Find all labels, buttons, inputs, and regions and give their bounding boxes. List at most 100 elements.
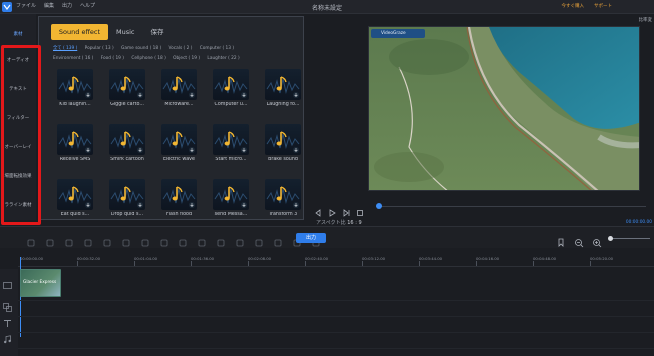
- menu-edit[interactable]: 編集: [44, 2, 54, 9]
- download-icon[interactable]: [85, 202, 91, 208]
- overlay-track[interactable]: [18, 301, 654, 317]
- mic-icon[interactable]: [254, 233, 264, 247]
- adjust-icon[interactable]: [273, 233, 283, 247]
- sound-thumbnail: [57, 124, 93, 155]
- sound-item[interactable]: Eat quid s...: [53, 179, 97, 223]
- download-icon[interactable]: [189, 92, 195, 98]
- tab-saved[interactable]: 保存: [143, 24, 172, 40]
- download-icon[interactable]: [137, 147, 143, 153]
- sound-item[interactable]: Electric wave: [157, 124, 201, 168]
- undo-icon[interactable]: [26, 233, 36, 247]
- zoom-slider-knob[interactable]: [608, 235, 613, 241]
- sound-item[interactable]: Receive SMS: [53, 124, 97, 168]
- filter-food[interactable]: Food ( 19 ): [101, 56, 124, 61]
- nav-item-text[interactable]: テキスト: [0, 81, 36, 99]
- nav-item-filter[interactable]: フィルター: [0, 110, 36, 128]
- view-icon[interactable]: [197, 233, 207, 247]
- download-icon[interactable]: [241, 202, 247, 208]
- download-icon[interactable]: [137, 202, 143, 208]
- title-bar: ファイル 編集 出力 ヘルプ 名称未設定 今すぐ購入 サポート: [0, 0, 654, 14]
- tab-music[interactable]: Music: [108, 24, 143, 40]
- previous-frame-icon[interactable]: [314, 202, 322, 217]
- sound-item[interactable]: Transform 3: [261, 179, 305, 223]
- filter-popular[interactable]: Popular ( 13 ): [85, 46, 114, 51]
- download-icon[interactable]: [137, 92, 143, 98]
- nav-item-overlay[interactable]: オーバーレイ: [0, 139, 36, 157]
- download-icon[interactable]: [85, 92, 91, 98]
- tab-sound-effect[interactable]: Sound effect: [51, 24, 108, 40]
- sound-item[interactable]: Brake sound: [261, 124, 305, 168]
- next-frame-icon[interactable]: [342, 202, 350, 217]
- mosaic-icon[interactable]: [235, 233, 245, 247]
- text-track[interactable]: [18, 317, 654, 333]
- sound-thumbnail: [109, 124, 145, 155]
- sound-item[interactable]: Computer u...: [209, 69, 253, 113]
- download-icon[interactable]: [241, 92, 247, 98]
- filter-game-sound[interactable]: Game sound ( 18 ): [121, 46, 161, 51]
- download-icon[interactable]: [293, 147, 299, 153]
- menu-help[interactable]: ヘルプ: [80, 2, 95, 9]
- app-logo-icon: [2, 2, 12, 12]
- export-button[interactable]: 出力: [296, 233, 326, 243]
- download-icon[interactable]: [85, 147, 91, 153]
- progress-bar[interactable]: [376, 206, 646, 207]
- split-icon[interactable]: [159, 233, 169, 247]
- filter-cellphone[interactable]: Cellphone ( 18 ): [131, 56, 165, 61]
- cut-icon[interactable]: [64, 233, 74, 247]
- freeze-icon[interactable]: [216, 233, 226, 247]
- zoom-slider[interactable]: [608, 235, 650, 241]
- sound-item[interactable]: Smirk cartoon: [105, 124, 149, 168]
- video-track[interactable]: [18, 267, 654, 301]
- sound-thumbnail: [57, 179, 93, 210]
- filter-environment[interactable]: Environment ( 16 ): [53, 56, 93, 61]
- ruler-tick-label: 00:03:12.00: [362, 256, 386, 266]
- sound-item[interactable]: Start micro...: [209, 124, 253, 168]
- sound-item[interactable]: Flash flood: [157, 179, 201, 223]
- menu-file[interactable]: ファイル: [16, 2, 36, 9]
- download-icon[interactable]: [293, 202, 299, 208]
- download-icon[interactable]: [189, 147, 195, 153]
- download-icon[interactable]: [293, 92, 299, 98]
- sound-item-label: send Messa...: [214, 212, 248, 217]
- stop-icon[interactable]: [356, 202, 364, 216]
- sound-item[interactable]: Giggle carto...: [105, 69, 149, 113]
- filter-computer[interactable]: Computer ( 13 ): [200, 46, 234, 51]
- zoom-in-icon[interactable]: [592, 233, 602, 248]
- zoom-out-icon[interactable]: [574, 233, 584, 248]
- sound-item[interactable]: Microware...: [157, 69, 201, 113]
- buy-now-link[interactable]: 今すぐ購入: [562, 3, 585, 9]
- download-icon[interactable]: [189, 202, 195, 208]
- delete-icon[interactable]: [121, 233, 131, 247]
- music-track[interactable]: [18, 333, 654, 349]
- play-icon[interactable]: [328, 202, 336, 217]
- pen-icon[interactable]: [83, 233, 93, 247]
- download-icon[interactable]: [241, 147, 247, 153]
- crop-icon[interactable]: [140, 233, 150, 247]
- aspect-ratio-change[interactable]: 比率変: [639, 17, 653, 23]
- nav-item-media[interactable]: 素材: [0, 26, 36, 44]
- sound-item[interactable]: send Messa...: [209, 179, 253, 223]
- filter-all[interactable]: 全て ( 139 ): [53, 46, 77, 51]
- video-clip[interactable]: Glacier Express: [20, 269, 61, 297]
- sound-item[interactable]: Laughing fo...: [261, 69, 305, 113]
- sound-item-label: Eat quid s...: [60, 212, 90, 217]
- filter-vocals[interactable]: Vocals ( 2 ): [169, 46, 193, 51]
- sound-thumbnail: [213, 124, 249, 155]
- menu-export[interactable]: 出力: [62, 2, 72, 9]
- sound-thumbnail: [161, 179, 197, 210]
- support-link[interactable]: サポート: [594, 3, 612, 9]
- sound-item[interactable]: Kid laughin...: [53, 69, 97, 113]
- copy-icon[interactable]: [102, 233, 112, 247]
- time-ruler[interactable]: 00:00:00.00 00:00:32.00 00:01:04.00 00:01:3…: [18, 249, 654, 267]
- nav-item-audio[interactable]: オーディオ: [0, 52, 36, 70]
- sound-item[interactable]: Drop quid s...: [105, 179, 149, 223]
- speed-icon[interactable]: [178, 233, 188, 247]
- marker-icon[interactable]: [556, 233, 566, 247]
- redo-icon[interactable]: [45, 233, 55, 247]
- filter-object[interactable]: Object ( 19 ): [173, 56, 200, 61]
- nav-item-transition[interactable]: 場面転換効果: [0, 168, 36, 186]
- sound-item-label: Laughing fo...: [266, 102, 300, 107]
- filter-laughter[interactable]: Laughter ( 22 ): [207, 56, 239, 61]
- progress-knob[interactable]: [376, 203, 382, 209]
- nav-item-elements[interactable]: ラライン素材: [0, 197, 36, 215]
